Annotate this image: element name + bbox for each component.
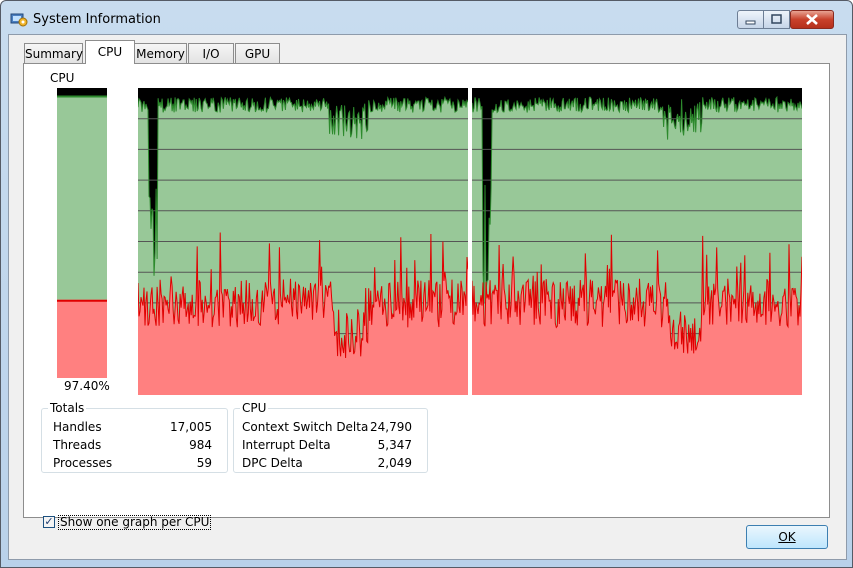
cpu-tab-panel: CPU 97.40% Totals Handles 17,005 Threads… (23, 63, 830, 530)
cpu-usage-percent: 97.40% (64, 379, 110, 393)
handles-value: 17,005 (170, 420, 212, 434)
threads-label: Threads (53, 438, 102, 452)
processes-value: 59 (196, 456, 212, 470)
cpu-history-graph-1 (471, 88, 803, 395)
window-title: System Information (33, 12, 161, 27)
cpu-history-chart-1 (471, 95, 803, 395)
totals-group-title: Totals (50, 401, 85, 415)
handles-label: Handles (53, 420, 102, 434)
cpu-history-graph-0 (137, 88, 469, 396)
dialog-client-area: Summary CPU Memory I/O GPU CPU 97.40% To… (8, 34, 847, 560)
interrupt-delta-value: 5,347 (377, 438, 412, 452)
cpu-stats-group-title: CPU (242, 401, 267, 415)
ok-button[interactable]: OK (746, 525, 828, 549)
cpu-meter-label: CPU (50, 71, 75, 85)
minimize-button[interactable] (737, 10, 764, 29)
processes-label: Processes (53, 456, 113, 470)
tab-summary[interactable]: Summary (24, 43, 83, 63)
close-icon (806, 14, 818, 25)
context-switch-delta-value: 24,790 (370, 420, 412, 434)
one-graph-per-cpu-label[interactable]: Show one graph per CPU (58, 515, 212, 530)
tab-memory[interactable]: Memory (134, 43, 187, 63)
one-graph-per-cpu-checkbox[interactable]: ✓ (43, 516, 55, 528)
context-switch-delta-label: Context Switch Delta (242, 420, 369, 434)
maximize-icon (771, 14, 782, 24)
system-information-app-icon (10, 13, 28, 27)
cpu-history-chart-0 (137, 95, 469, 396)
maximize-button[interactable] (763, 10, 790, 29)
cpu-usage-meter-fill (57, 95, 107, 378)
tab-gpu[interactable]: GPU (235, 43, 280, 63)
dpc-delta-label: DPC Delta (242, 456, 303, 470)
cpu-kernel-fill (57, 299, 107, 378)
checkmark-icon: ✓ (44, 515, 54, 528)
dpc-delta-value: 2,049 (377, 456, 412, 470)
interrupt-delta-label: Interrupt Delta (242, 438, 331, 452)
threads-value: 984 (189, 438, 212, 452)
cpu-usage-meter (57, 88, 107, 378)
minimize-icon (745, 20, 756, 25)
close-button[interactable] (790, 10, 834, 29)
title-bar[interactable]: System Information (1, 1, 852, 35)
tab-cpu[interactable]: CPU (85, 40, 135, 64)
system-information-window: System Information Summary CPU Memory I/… (0, 0, 853, 568)
tab-io[interactable]: I/O (188, 43, 234, 63)
